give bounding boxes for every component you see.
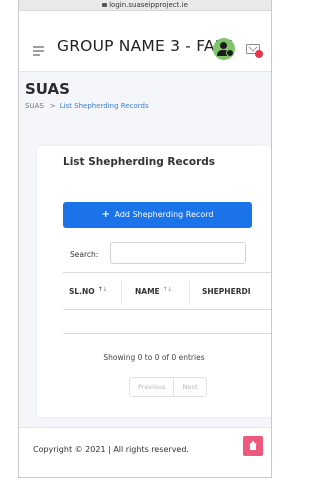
sort-icon: ↑↓: [97, 286, 108, 293]
records-card: List Shepherding Records + Add Shepherdi…: [37, 146, 271, 417]
home-icon[interactable]: [243, 436, 263, 456]
notification-dot: [255, 50, 263, 58]
search-label: Search:: [70, 250, 99, 259]
table-header-divider: [63, 309, 271, 310]
app-frame: login.suaseipproject.ie GROUP NAME 3 - F…: [18, 0, 272, 478]
add-button-label: Add Shepherding Record: [114, 210, 214, 219]
table-info: Showing 0 to 0 of 0 entries: [103, 353, 205, 362]
lock-icon: [102, 3, 108, 7]
column-header-shepherding[interactable]: SHEPHERDI: [202, 287, 251, 296]
url-text: login.suaseipproject.ie: [109, 1, 188, 9]
sort-icon: ↑↓: [162, 286, 173, 293]
pagination-next[interactable]: Next: [173, 378, 206, 396]
plus-icon: +: [101, 209, 110, 220]
column-divider: [121, 281, 122, 305]
breadcrumb: SUAS > List Shepherding Records: [25, 102, 149, 110]
footer: Copyright © 2021 | All rights reserved.: [19, 427, 271, 477]
breadcrumb-current: List Shepherding Records: [59, 102, 149, 110]
column-divider: [189, 281, 190, 305]
copyright-text: Copyright © 2021 | All rights reserved.: [33, 445, 189, 454]
browser-url-bar[interactable]: login.suaseipproject.ie: [19, 0, 271, 11]
pagination-previous[interactable]: Previous: [130, 378, 174, 396]
breadcrumb-separator: >: [49, 102, 56, 110]
card-title: List Shepherding Records: [63, 156, 216, 168]
records-table: SL.NO ↑↓ NAME ↑↓ SHEPHERDI: [63, 272, 271, 334]
pagination: Previous Next: [129, 377, 207, 397]
page-title: SUAS: [25, 80, 70, 98]
envelope-icon[interactable]: [246, 44, 263, 58]
breadcrumb-root[interactable]: SUAS: [25, 102, 44, 110]
column-header-slno[interactable]: SL.NO ↑↓: [69, 286, 108, 296]
hamburger-icon[interactable]: [33, 46, 44, 56]
user-settings-icon[interactable]: [213, 38, 235, 60]
add-shepherding-record-button[interactable]: + Add Shepherding Record: [63, 202, 252, 228]
group-title: GROUP NAME 3 - FAR1: [57, 37, 236, 55]
search-input[interactable]: [110, 242, 246, 264]
column-header-name[interactable]: NAME ↑↓: [135, 286, 173, 296]
